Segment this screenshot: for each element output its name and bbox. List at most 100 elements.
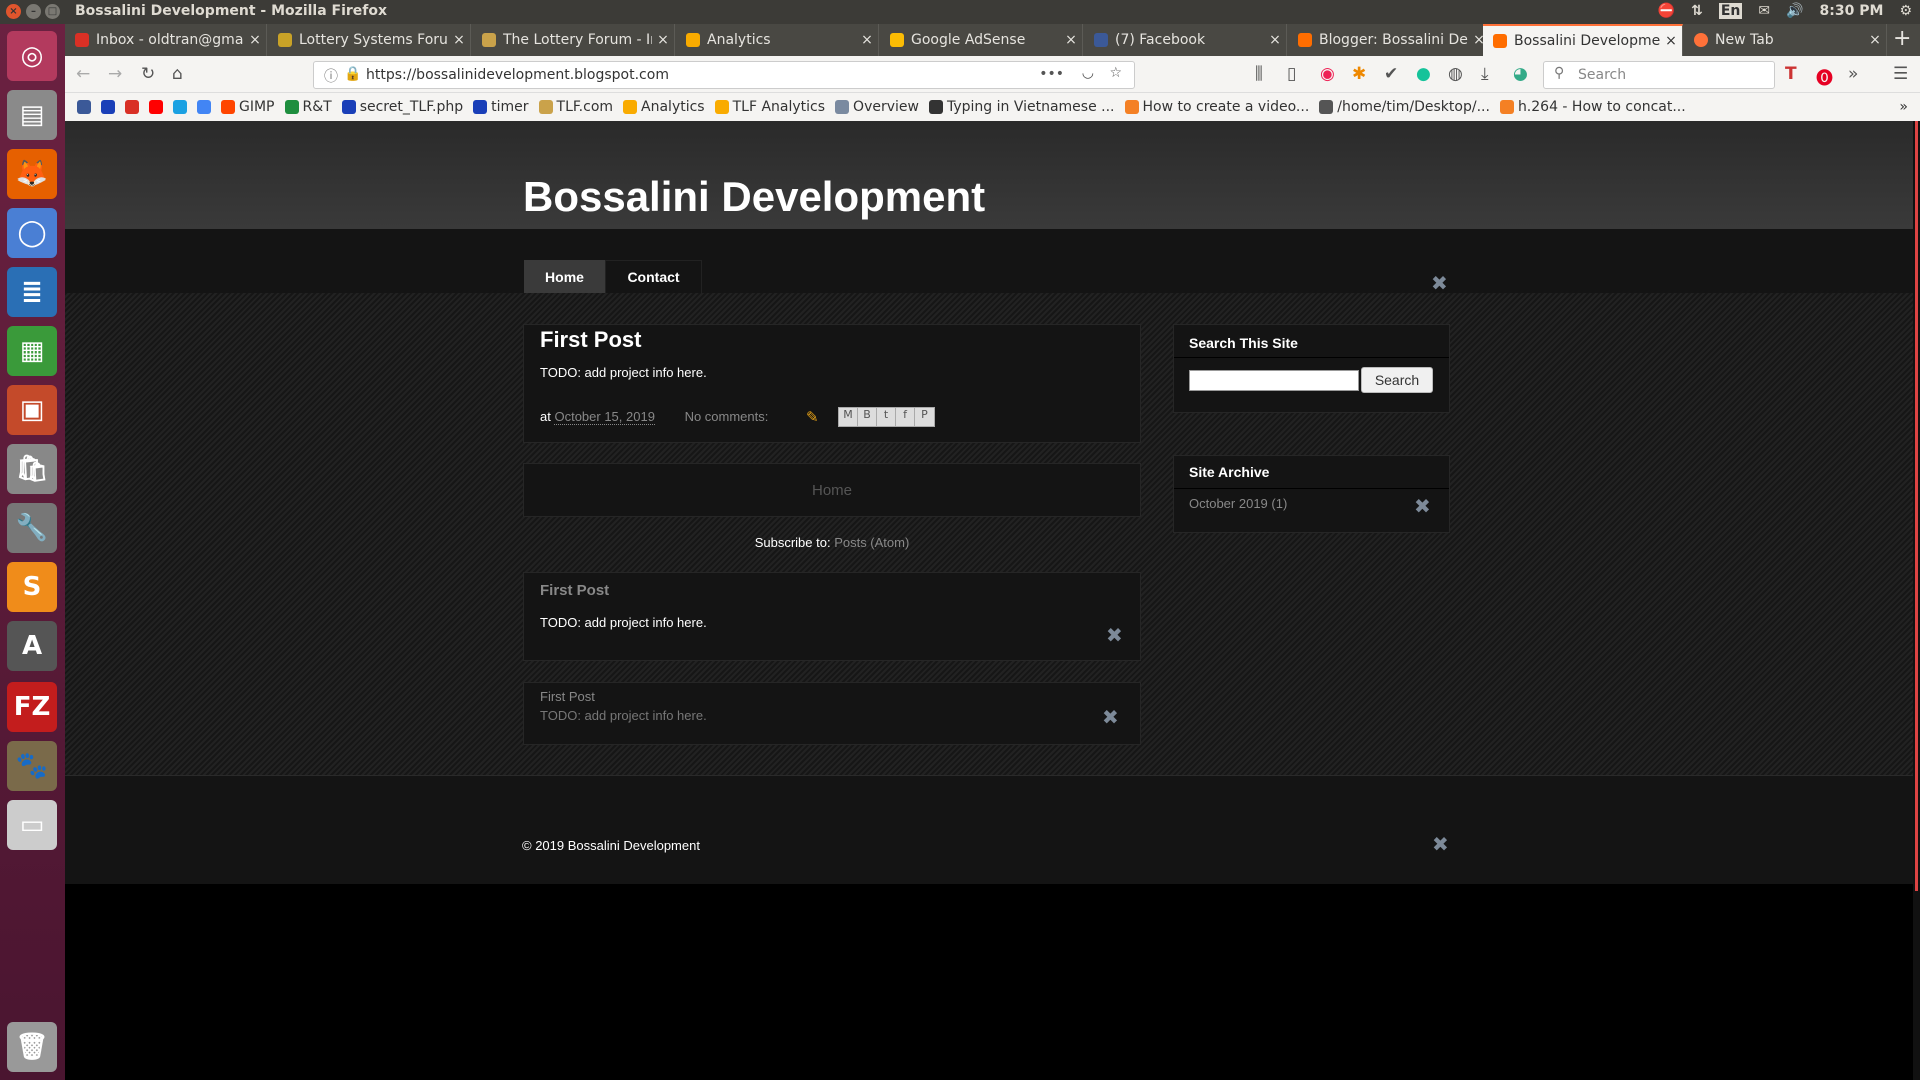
drive-icon[interactable]: ▭ (7, 800, 57, 850)
downloads-icon[interactable]: ⤓ (1481, 64, 1489, 84)
extension-icon[interactable]: ✱ (1352, 64, 1366, 84)
search-input[interactable]: ⚲ Search (1543, 61, 1775, 89)
tab-lottery-systems[interactable]: Lottery Systems Forum × (268, 24, 471, 56)
close-tab-icon[interactable]: × (1864, 32, 1886, 48)
edit-wrench-icon[interactable]: ✖ (1102, 705, 1119, 729)
bookmark-item[interactable]: /home/tim/Desktop/... (1319, 99, 1490, 115)
ubuntu-dash-icon[interactable]: ◎ (7, 31, 57, 81)
bookmark-item[interactable]: R&T (284, 99, 332, 115)
minimize-window-button[interactable]: – (26, 4, 41, 19)
pager-home-link[interactable]: Home (812, 482, 852, 499)
sublime-text-icon[interactable]: S (7, 562, 57, 612)
nav-contact[interactable]: Contact (605, 260, 702, 294)
tab-lottery-forum[interactable]: The Lottery Forum - Index× (472, 24, 675, 56)
files-icon[interactable]: ▤ (7, 90, 57, 140)
overflow-icon[interactable]: » (1848, 64, 1858, 84)
bookmark-item[interactable]: h.264 - How to concat... (1499, 99, 1686, 115)
popular-post-title[interactable]: First Post (540, 582, 609, 599)
close-tab-icon[interactable]: × (1660, 33, 1682, 49)
bookmark-item[interactable]: TLF Analytics (714, 99, 825, 115)
volume-icon[interactable]: 🔊 (1786, 3, 1803, 19)
page-scrollbar[interactable] (1913, 121, 1920, 1080)
filezilla-icon[interactable]: FZ (7, 682, 57, 732)
share-email-icon[interactable]: M (839, 408, 858, 426)
trash-icon[interactable]: 🗑 (7, 1022, 57, 1072)
archive-item[interactable]: October 2019 (1) (1189, 496, 1287, 511)
close-tab-icon[interactable]: × (1060, 32, 1082, 48)
grammarly-icon[interactable]: ● (1416, 64, 1431, 84)
forward-button[interactable]: → (108, 64, 122, 84)
firefox-icon[interactable]: 🦊 (7, 149, 57, 199)
bookmark-item[interactable] (77, 100, 91, 114)
tab-facebook[interactable]: (7) Facebook × (1084, 24, 1287, 56)
post-date-link[interactable]: October 15, 2019 (554, 409, 655, 425)
posts-atom-link[interactable]: Posts (Atom) (834, 535, 909, 550)
post-title[interactable]: First Post (540, 327, 641, 353)
bookmarks-overflow-icon[interactable]: » (1899, 99, 1908, 115)
info-icon[interactable]: ⓘ (324, 66, 338, 86)
settings-gear-icon[interactable]: ⚙ (1899, 3, 1912, 19)
menu-icon[interactable]: ☰ (1893, 64, 1908, 84)
bookmark-item[interactable]: GIMP (221, 99, 275, 115)
close-window-button[interactable]: × (6, 4, 21, 19)
extension-icon[interactable]: ◉ (1320, 64, 1335, 84)
pinterest-icon[interactable]: ⓿ (1816, 64, 1833, 89)
close-tab-icon[interactable]: × (244, 32, 266, 48)
edit-wrench-icon[interactable]: ✖ (1431, 271, 1448, 295)
bookmark-item[interactable] (173, 100, 187, 114)
tab-new-tab[interactable]: New Tab × (1684, 24, 1887, 56)
keyboard-language[interactable]: En (1718, 3, 1743, 19)
calc-icon[interactable]: ▦ (7, 326, 57, 376)
bookmark-item[interactable] (149, 100, 163, 114)
writer-icon[interactable]: ≣ (7, 267, 57, 317)
pocket-icon[interactable]: ◡ (1082, 65, 1094, 81)
system-settings-icon[interactable]: 🔧 (7, 503, 57, 553)
edit-wrench-icon[interactable]: ✖ (1414, 494, 1431, 518)
tab-adsense[interactable]: Google AdSense × (880, 24, 1083, 56)
clock[interactable]: 8:30 PM (1820, 3, 1884, 19)
share-blogger-icon[interactable]: B (858, 408, 877, 426)
extension-icon[interactable]: ◕ (1513, 64, 1528, 84)
maximize-window-button[interactable]: □ (45, 4, 60, 19)
tab-inbox[interactable]: Inbox - oldtran@gmail.com× (65, 24, 267, 56)
share-twitter-icon[interactable]: t (877, 408, 896, 426)
bookmark-item[interactable]: Overview (835, 99, 919, 115)
software-updater-icon[interactable]: A (7, 621, 57, 671)
nav-home[interactable]: Home (524, 260, 605, 294)
mail-icon[interactable]: ✉ (1758, 3, 1770, 19)
impress-icon[interactable]: ▣ (7, 385, 57, 435)
extension-t-icon[interactable]: T (1785, 64, 1797, 84)
bookmark-item[interactable]: Typing in Vietnamese ... (928, 99, 1115, 115)
share-facebook-icon[interactable]: f (896, 408, 915, 426)
bookmark-item[interactable]: secret_TLF.php (341, 99, 463, 115)
featured-post-title[interactable]: First Post (540, 689, 595, 704)
bookmark-item[interactable]: TLF.com (538, 99, 613, 115)
software-center-icon[interactable]: 🛍 (7, 444, 57, 494)
reload-button[interactable]: ↻ (141, 64, 155, 84)
edit-wrench-icon[interactable]: ✖ (1432, 832, 1449, 856)
network-icon[interactable]: ⇅ (1691, 3, 1703, 19)
extension-icon[interactable]: ✔ (1384, 64, 1398, 84)
library-icon[interactable]: ⫼ (1255, 64, 1263, 84)
new-tab-button[interactable]: + (1893, 26, 1911, 51)
chromium-icon[interactable]: ◯ (7, 208, 57, 258)
url-bar[interactable]: ⓘ 🔒 https://bossalinidevelopment.blogspo… (313, 61, 1135, 89)
close-tab-icon[interactable]: × (448, 32, 470, 48)
gimp-icon[interactable]: 🐾 (7, 741, 57, 791)
indicator-icon[interactable]: ⛔ (1658, 3, 1675, 19)
close-tab-icon[interactable]: × (1264, 32, 1286, 48)
bookmark-item[interactable]: Analytics (623, 99, 705, 115)
share-pinterest-icon[interactable]: P (915, 408, 934, 426)
bookmark-star-icon[interactable]: ☆ (1109, 65, 1122, 81)
blog-search-button[interactable]: Search (1361, 367, 1433, 393)
blog-title[interactable]: Bossalini Development (523, 173, 985, 221)
bookmark-item[interactable]: How to create a video... (1124, 99, 1309, 115)
bookmark-item[interactable] (197, 100, 211, 114)
comments-link[interactable]: No comments: (685, 409, 769, 424)
tab-blogger[interactable]: Blogger: Bossalini Development× (1288, 24, 1491, 56)
tab-bossalini-active[interactable]: Bossalini Development × (1483, 24, 1683, 56)
blog-search-input[interactable] (1189, 370, 1359, 391)
close-tab-icon[interactable]: × (652, 32, 674, 48)
bookmark-item[interactable]: timer (473, 99, 529, 115)
back-button[interactable]: ← (76, 64, 90, 84)
